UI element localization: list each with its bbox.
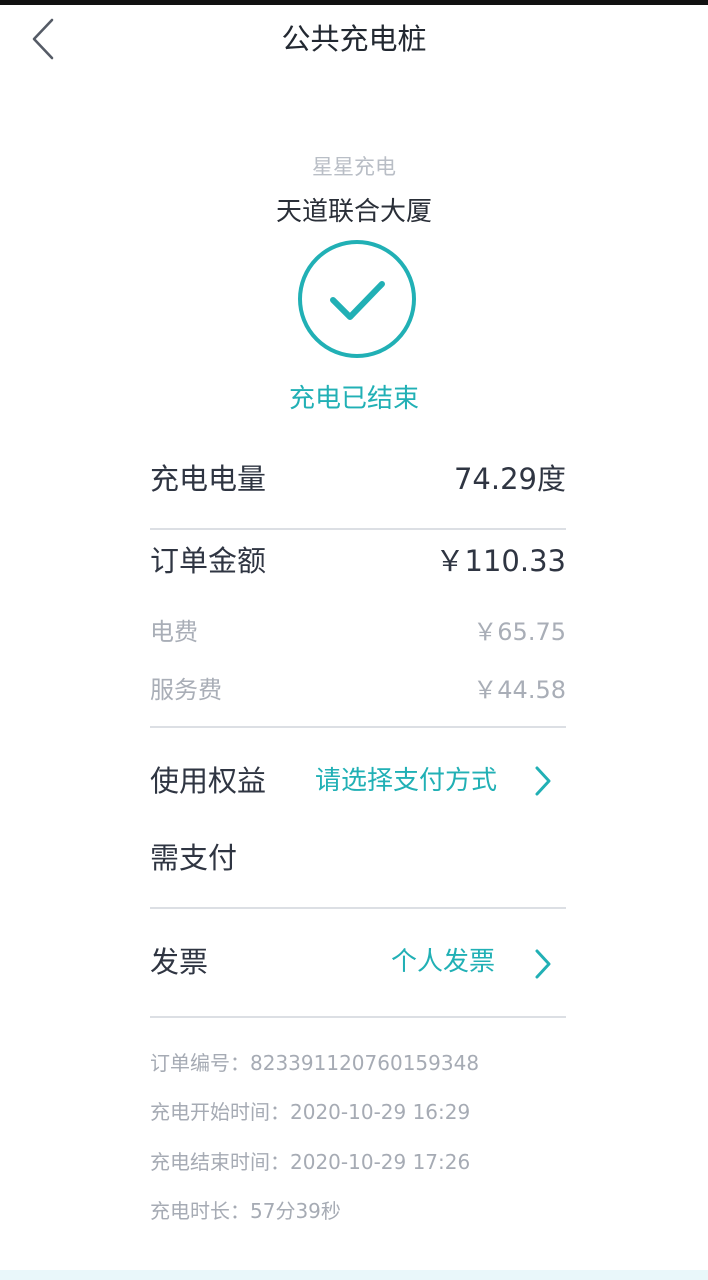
- order-amount-value: ￥110.33: [435, 544, 566, 578]
- divider: [150, 528, 566, 530]
- chevron-right-icon[interactable]: [532, 948, 554, 980]
- electricity-fee-value: ￥65.75: [473, 618, 566, 646]
- order-number: 订单编号：823391120760159348: [150, 1051, 480, 1075]
- payment-due-label: 需支付: [150, 841, 238, 875]
- service-fee-value: ￥44.58: [473, 676, 566, 704]
- divider: [150, 1016, 566, 1018]
- check-circle-icon: [298, 240, 416, 358]
- charge-status-text: 充电已结束: [288, 384, 419, 414]
- electricity-fee-row: 电费 ￥65.75: [150, 615, 566, 649]
- energy-row: 充电电量 74.29度: [150, 459, 566, 499]
- charge-start-time: 充电开始时间：2020-10-29 16:29: [150, 1100, 471, 1124]
- service-fee-label: 服务费: [150, 676, 222, 704]
- energy-label: 充电电量: [150, 462, 267, 496]
- chevron-right-icon[interactable]: [532, 765, 554, 797]
- energy-value: 74.29度: [453, 462, 566, 496]
- divider: [150, 726, 566, 728]
- invoice-label: 发票: [150, 945, 209, 979]
- invoice-type-link[interactable]: 个人发票: [391, 942, 495, 982]
- page-title: 公共充电桩: [281, 22, 427, 56]
- service-fee-row: 服务费 ￥44.58: [150, 673, 566, 707]
- select-payment-link[interactable]: 请选择支付方式: [315, 761, 497, 801]
- divider: [150, 907, 566, 909]
- payment-due-row: 需支付: [150, 838, 566, 878]
- charge-end-time: 充电结束时间：2020-10-29 17:26: [150, 1150, 471, 1174]
- electricity-fee-label: 电费: [150, 618, 198, 646]
- nav-bar: 公共充电桩: [0, 5, 708, 75]
- order-amount-label: 订单金额: [150, 544, 267, 578]
- station-name: 天道联合大厦: [275, 197, 432, 227]
- benefits-label: 使用权益: [150, 764, 267, 798]
- benefits-row[interactable]: 使用权益 请选择支付方式: [150, 761, 566, 801]
- order-amount-row: 订单金额 ￥110.33: [150, 541, 566, 581]
- invoice-row[interactable]: 发票 个人发票: [150, 942, 566, 982]
- bottom-strip: [0, 1270, 708, 1280]
- operator-name: 星星充电: [312, 155, 396, 179]
- charge-duration: 充电时长：57分39秒: [150, 1199, 341, 1223]
